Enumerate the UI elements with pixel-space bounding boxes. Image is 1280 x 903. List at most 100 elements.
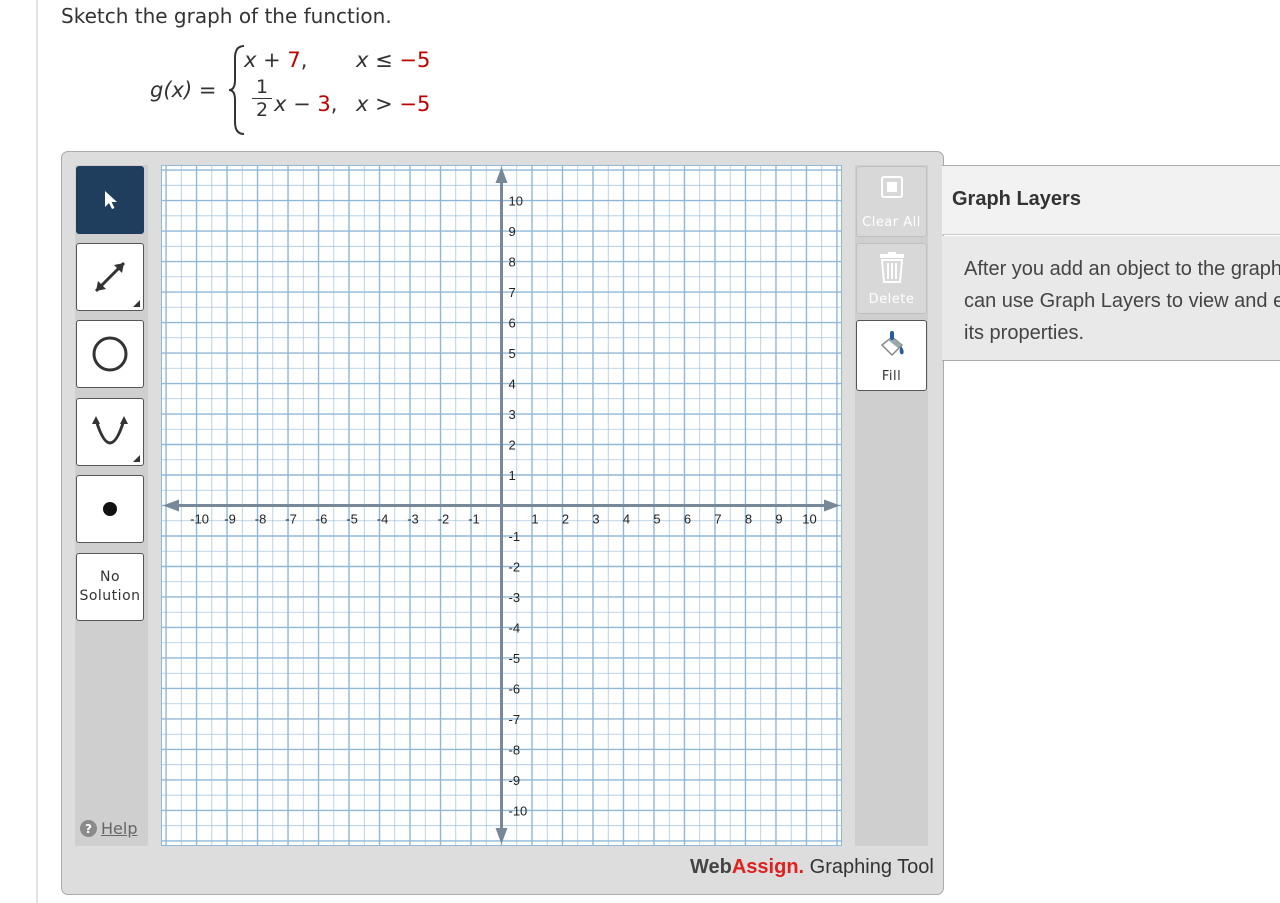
webassign-brand: WebAssign. Graphing Tool — [690, 856, 934, 879]
line-tool-button[interactable] — [76, 243, 144, 311]
y-tick-label: -5 — [509, 651, 521, 666]
x-tick-label: -4 — [377, 512, 389, 527]
no-solution-line1: No — [99, 569, 121, 585]
help-label: Help — [101, 819, 138, 838]
help-icon: ? — [80, 820, 97, 837]
piece2-op: − — [293, 92, 311, 116]
no-solution-label: No Solution — [79, 568, 140, 606]
trash-icon — [879, 252, 904, 283]
y-tick-label: -3 — [509, 590, 521, 605]
piece2-x: x — [274, 92, 287, 116]
no-solution-button[interactable]: No Solution — [76, 553, 144, 621]
brand-web: Web — [690, 856, 732, 878]
x-tick-label: -3 — [407, 512, 419, 527]
fraction-numerator: 1 — [252, 78, 272, 99]
graph-layers-header[interactable]: Graph Layers — [942, 165, 1280, 235]
left-divider — [36, 0, 38, 903]
y-tick-label: -2 — [509, 559, 521, 574]
y-tick-label: 6 — [509, 316, 516, 331]
y-tick-label: -4 — [509, 620, 521, 635]
y-tick-label: 7 — [509, 285, 516, 300]
x-tick-label: 10 — [802, 512, 816, 527]
x-tick-label: -5 — [346, 512, 358, 527]
brand-assign: Assign. — [731, 856, 805, 878]
piece1-cond-op: ≤ — [375, 48, 393, 72]
x-tick-label: -9 — [224, 512, 236, 527]
y-tick-label: 2 — [509, 438, 516, 453]
y-tick-label: -9 — [509, 773, 521, 788]
piece-1: x + 7, — [244, 48, 307, 72]
x-tick-label: -6 — [316, 512, 328, 527]
clear-all-button[interactable]: Clear All — [856, 166, 927, 237]
y-tick-label: 9 — [509, 224, 516, 239]
piece1-const: 7 — [287, 48, 301, 72]
fill-label: Fill — [881, 369, 902, 384]
fill-button[interactable]: Fill — [856, 320, 927, 391]
question-prompt: Sketch the graph of the function. — [61, 4, 392, 28]
piece-2: x − 3, — [274, 92, 337, 116]
x-tick-label: 5 — [653, 512, 660, 527]
graph-layers-description: After you add an object to the graph you… — [964, 258, 1280, 344]
function-lhs: g(x) = — [150, 78, 216, 102]
piece2-comma: , — [330, 92, 338, 116]
y-tick-label: 5 — [509, 346, 516, 361]
x-tick-label: 3 — [592, 512, 599, 527]
x-tick-label: -1 — [468, 512, 480, 527]
pointer-tool-button[interactable] — [76, 166, 144, 234]
piece-2-condition: x > −5 — [356, 92, 430, 116]
piece2-cond-val: −5 — [399, 92, 431, 116]
y-tick-label: -1 — [509, 529, 521, 544]
graph-layers-title: Graph Layers — [952, 188, 1081, 210]
piece2-cond-var: x — [356, 92, 369, 116]
y-tick-label: 4 — [509, 377, 516, 392]
x-tick-label: 9 — [775, 512, 782, 527]
help-link[interactable]: ? Help — [80, 819, 137, 838]
clear-all-icon — [880, 176, 903, 198]
clear-all-label: Clear All — [862, 215, 921, 230]
piecewise-function: g(x) = x + 7, x ≤ −5 1 2 x − 3, x > −5 — [150, 44, 470, 144]
piece1-cond-val: −5 — [399, 48, 431, 72]
y-tick-label: 1 — [509, 468, 516, 483]
y-tick-label: 10 — [509, 194, 523, 209]
parabola-icon — [92, 416, 128, 445]
piece1-comma: , — [300, 48, 308, 72]
x-tick-label: 7 — [714, 512, 721, 527]
brand-graphing-tool: Graphing Tool — [804, 856, 934, 878]
x-tick-label: -8 — [255, 512, 267, 527]
circle-icon — [92, 336, 128, 372]
line-segment-icon — [94, 261, 126, 293]
piece2-const: 3 — [317, 92, 331, 116]
piece2-cond-op: > — [375, 92, 393, 116]
point-icon — [103, 502, 117, 516]
piece1-op: + — [263, 48, 281, 72]
delete-button[interactable]: Delete — [856, 243, 927, 314]
piece-1-condition: x ≤ −5 — [356, 48, 430, 72]
x-tick-label: 4 — [623, 512, 630, 527]
y-tick-label: -7 — [509, 712, 521, 727]
x-tick-label: -2 — [438, 512, 450, 527]
pointer-arrow-icon — [105, 191, 117, 209]
parabola-tool-button[interactable] — [76, 398, 144, 466]
x-tick-label: 6 — [684, 512, 691, 527]
y-tick-label: 8 — [509, 255, 516, 270]
function-name: g(x) — [150, 78, 193, 102]
y-tick-label: -8 — [509, 742, 521, 757]
submenu-corner-icon — [133, 455, 140, 462]
y-tick-label: -6 — [509, 681, 521, 696]
x-tick-label: -7 — [285, 512, 297, 527]
fraction-denominator: 2 — [255, 99, 269, 121]
point-tool-button[interactable] — [76, 475, 144, 543]
x-tick-label: -10 — [190, 512, 209, 527]
circle-tool-button[interactable] — [76, 320, 144, 388]
coordinate-grid[interactable]: -10 -9 -8 -7 -6 -5 -4 -3 -2 -1 1 2 3 4 5 6 7 8 9 10 -10 -9 -8 -… — [161, 165, 842, 846]
y-tick-label: 3 — [509, 407, 516, 422]
y-tick-label: -10 — [509, 803, 528, 818]
delete-label: Delete — [868, 292, 915, 307]
piece1-x: x — [244, 48, 257, 72]
x-tick-label: 2 — [562, 512, 569, 527]
paint-bucket-icon — [880, 331, 904, 357]
equals-sign: = — [198, 78, 217, 102]
x-tick-label: 8 — [745, 512, 752, 527]
piece1-cond-var: x — [356, 48, 369, 72]
x-tick-label: 1 — [531, 512, 538, 527]
